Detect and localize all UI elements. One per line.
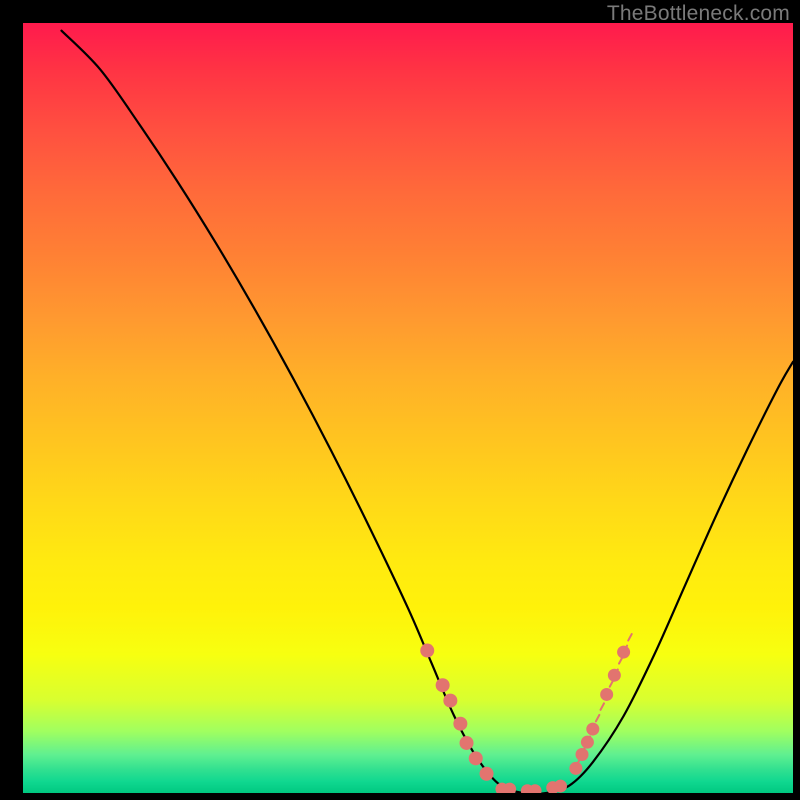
- bottleneck-curve: [62, 31, 794, 793]
- chart-svg: [23, 23, 793, 793]
- highlight-dots-bottom: [495, 780, 567, 793]
- chart-frame: [8, 8, 792, 792]
- plot-area: [23, 23, 793, 793]
- watermark-text: TheBottleneck.com: [607, 2, 790, 26]
